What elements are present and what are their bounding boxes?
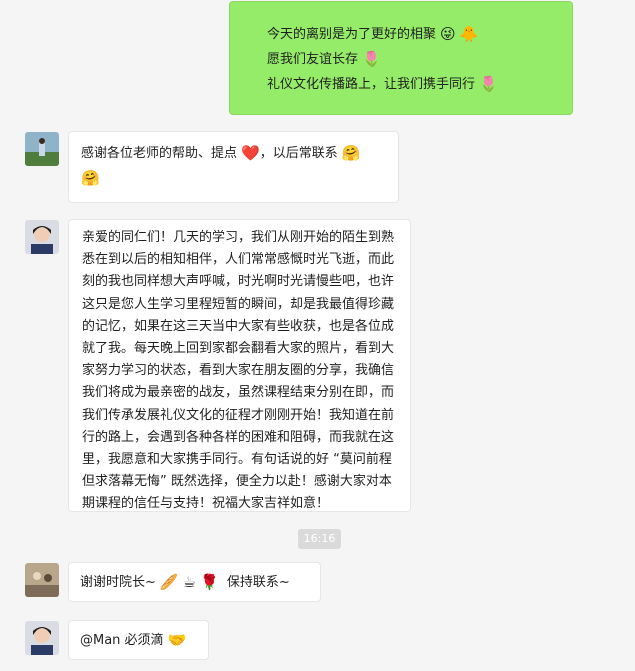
message-line: 愿我们友谊长存 🌷 bbox=[267, 47, 572, 72]
message-text: ，以后常联系 bbox=[259, 146, 338, 161]
timestamp: 16:16 bbox=[298, 529, 341, 549]
message-text: 谢谢时院长~ bbox=[80, 575, 156, 590]
message-line: @Man 必须滴 🤝 bbox=[80, 628, 197, 653]
chat-window: 今天的离别是为了更好的相聚 😜 🐥 愿我们友谊长存 🌷 礼仪文化传播路上，让我们携手同… bbox=[0, 0, 635, 671]
message-text: 礼仪文化传播路上，让我们携手同行 bbox=[267, 77, 476, 92]
tulip-icon: 🌷 bbox=[362, 50, 381, 68]
message-bubble[interactable]: 谢谢时院长~ 🥖 ☕ 🌹 保持联系~ bbox=[68, 562, 321, 602]
message-line: 谢谢时院长~ 🥖 ☕ 🌹 保持联系~ bbox=[80, 570, 309, 595]
avatar[interactable] bbox=[25, 132, 59, 166]
message-text: 愿我们友谊长存 bbox=[267, 52, 359, 67]
avatar[interactable] bbox=[25, 220, 59, 254]
bread-icon: 🥖 bbox=[159, 573, 179, 591]
message-bubble[interactable]: 感谢各位老师的帮助、提点 ❤️，以后常联系 🤗 🤗 bbox=[68, 131, 399, 203]
hugging-face-icon: 🤗 bbox=[341, 144, 361, 162]
message-text: 保持联系~ bbox=[226, 575, 290, 590]
tulip-icon: 🌷 bbox=[479, 75, 498, 93]
avatar[interactable] bbox=[25, 621, 59, 655]
avatar[interactable] bbox=[25, 563, 59, 597]
message-bubble[interactable]: @Man 必须滴 🤝 bbox=[68, 620, 209, 660]
rose-icon: 🌹 bbox=[200, 573, 219, 591]
winking-face-icon: 😜 bbox=[440, 25, 456, 43]
message-bubble-self[interactable]: 今天的离别是为了更好的相聚 😜 🐥 愿我们友谊长存 🌷 礼仪文化传播路上，让我们携手同… bbox=[229, 1, 573, 115]
heart-icon: ❤️ bbox=[241, 144, 260, 162]
chick-icon: 🐥 bbox=[459, 25, 479, 43]
coffee-icon: ☕ bbox=[182, 573, 197, 591]
message-text: @Man 必须滴 bbox=[80, 633, 164, 648]
message-line: 感谢各位老师的帮助、提点 ❤️，以后常联系 🤗 bbox=[81, 141, 386, 166]
message-bubble[interactable]: 亲爱的同仁们！几天的学习，我们从刚开始的陌生到熟悉在到以后的相知相伴，人们常常感… bbox=[68, 219, 411, 512]
message-text: 亲爱的同仁们！几天的学习，我们从刚开始的陌生到熟悉在到以后的相知相伴，人们常常感… bbox=[82, 230, 395, 512]
message-line: 今天的离别是为了更好的相聚 😜 🐥 bbox=[267, 22, 572, 47]
handshake-icon: 🤝 bbox=[167, 631, 187, 649]
message-line: 🤗 bbox=[81, 166, 386, 191]
hugging-face-icon: 🤗 bbox=[81, 169, 100, 187]
message-line: 礼仪文化传播路上，让我们携手同行 🌷 bbox=[267, 72, 572, 97]
message-text: 今天的离别是为了更好的相聚 bbox=[267, 27, 437, 42]
message-text: 感谢各位老师的帮助、提点 bbox=[81, 146, 238, 161]
